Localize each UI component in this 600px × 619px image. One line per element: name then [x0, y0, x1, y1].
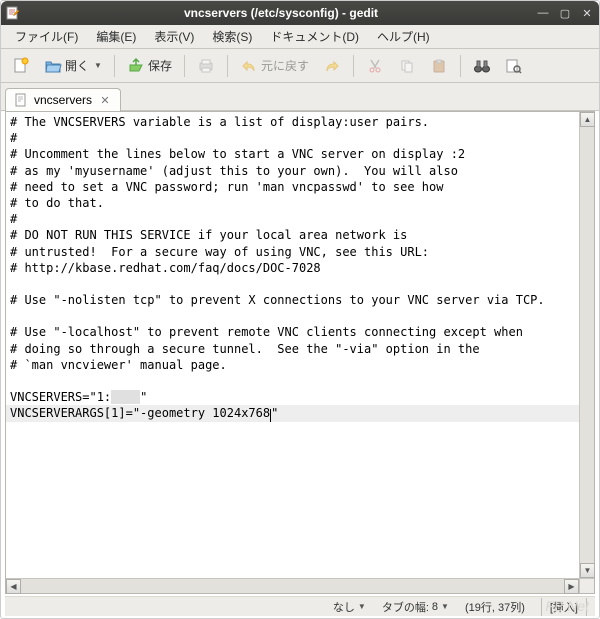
statusbar: なし ▼ タブの幅: 8 ▼ (19行, 37列) [挿入]	[5, 596, 595, 616]
tab-label: vncservers	[34, 93, 92, 107]
new-document-button[interactable]	[7, 53, 35, 79]
save-label: 保存	[148, 57, 172, 74]
cursor-position: (19行, 37列)	[465, 599, 525, 615]
horizontal-scrollbar[interactable]: ◀ ▶	[6, 578, 579, 593]
maximize-button[interactable]: ▢	[557, 6, 573, 20]
menubar: ファイル(F) 編集(E) 表示(V) 検索(S) ドキュメント(D) ヘルプ(…	[1, 25, 599, 49]
separator	[114, 55, 115, 77]
print-button[interactable]	[192, 53, 220, 79]
current-line-highlight: VNCSERVERARGS[1]="-geometry 1024x768"	[6, 405, 594, 421]
menu-edit[interactable]: 編集(E)	[88, 25, 144, 48]
window-titlebar: vncservers (/etc/sysconfig) - gedit — ▢ …	[1, 1, 599, 25]
menu-help[interactable]: ヘルプ(H)	[369, 25, 438, 48]
paste-icon	[430, 57, 448, 75]
print-icon	[197, 57, 215, 75]
copy-icon	[398, 57, 416, 75]
find-replace-button[interactable]	[500, 53, 528, 79]
window-controls: — ▢ ✕	[535, 6, 595, 20]
scroll-right-button[interactable]: ▶	[564, 579, 579, 594]
copy-button[interactable]	[393, 53, 421, 79]
new-document-icon	[12, 57, 30, 75]
toolbar: 開く ▼ 保存 元に戻す	[1, 49, 599, 83]
cut-button[interactable]	[361, 53, 389, 79]
gedit-app-icon	[5, 5, 21, 21]
editor-container: # The VNCSERVERS variable is a list of d…	[5, 111, 595, 594]
highlight-mode-selector[interactable]: なし ▼	[333, 599, 366, 615]
menu-documents[interactable]: ドキュメント(D)	[262, 25, 367, 48]
separator	[353, 55, 354, 77]
menu-file[interactable]: ファイル(F)	[7, 25, 86, 48]
open-dropdown-caret[interactable]: ▼	[94, 61, 102, 70]
text-cursor	[270, 409, 271, 422]
scroll-up-button[interactable]: ▲	[580, 112, 595, 127]
scroll-left-button[interactable]: ◀	[6, 579, 21, 594]
document-tab[interactable]: vncservers ✕	[5, 88, 121, 111]
menu-view[interactable]: 表示(V)	[146, 25, 202, 48]
open-button[interactable]: 開く ▼	[39, 53, 107, 79]
separator	[460, 55, 461, 77]
close-button[interactable]: ✕	[579, 6, 595, 20]
menu-search[interactable]: 検索(S)	[204, 25, 260, 48]
window-title: vncservers (/etc/sysconfig) - gedit	[27, 6, 535, 20]
insert-mode-indicator[interactable]: [挿入]	[541, 598, 587, 616]
find-replace-icon	[505, 57, 523, 75]
undo-button[interactable]: 元に戻す	[235, 53, 314, 79]
vertical-scrollbar[interactable]: ▲ ▼	[579, 112, 594, 578]
separator	[184, 55, 185, 77]
open-label: 開く	[65, 57, 89, 74]
scroll-down-button[interactable]: ▼	[580, 563, 595, 578]
separator	[227, 55, 228, 77]
binoculars-icon	[473, 57, 491, 75]
scrollbar-corner	[579, 578, 594, 593]
document-icon	[14, 93, 28, 107]
tab-close-button[interactable]: ✕	[98, 93, 112, 107]
save-icon	[127, 57, 145, 75]
redo-button[interactable]	[318, 53, 346, 79]
tab-width-selector[interactable]: タブの幅: 8 ▼	[382, 599, 449, 615]
minimize-button[interactable]: —	[535, 6, 551, 20]
paste-button[interactable]	[425, 53, 453, 79]
save-button[interactable]: 保存	[122, 53, 177, 79]
folder-open-icon	[44, 57, 62, 75]
chevron-down-icon: ▼	[358, 602, 366, 611]
scroll-track-v[interactable]	[580, 127, 594, 563]
tabbar: vncservers ✕	[1, 83, 599, 111]
cut-icon	[366, 57, 384, 75]
undo-label: 元に戻す	[261, 57, 309, 74]
scroll-track-h[interactable]	[21, 579, 564, 593]
text-editor[interactable]: # The VNCSERVERS variable is a list of d…	[6, 112, 594, 593]
undo-icon	[240, 57, 258, 75]
chevron-down-icon: ▼	[441, 602, 449, 611]
redo-icon	[323, 57, 341, 75]
find-button[interactable]	[468, 53, 496, 79]
